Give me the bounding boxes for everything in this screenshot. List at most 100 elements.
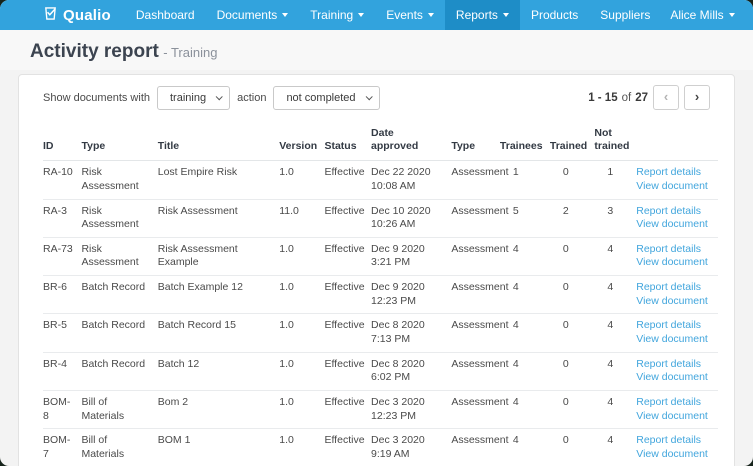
report-details-link[interactable]: Report details — [636, 166, 712, 180]
page-header: Activity report - Training — [0, 30, 753, 70]
cell-type: Assessment — [451, 161, 500, 199]
cell-type: Assessment — [451, 429, 500, 466]
view-document-link[interactable]: View document — [636, 218, 712, 232]
column-header-type: Type — [81, 121, 157, 161]
nav-item-dashboard[interactable]: Dashboard — [125, 0, 206, 30]
nav-item-documents[interactable]: Documents — [206, 0, 300, 30]
view-document-link[interactable]: View document — [636, 333, 712, 347]
qualio-logo[interactable]: Qualio — [0, 0, 125, 30]
cell-title: Lost Empire Risk — [158, 161, 280, 199]
cell-version: 1.0 — [279, 314, 324, 352]
cell-title: Risk Assessment — [158, 199, 280, 237]
document-filter-select[interactable]: training — [157, 86, 230, 110]
table-wrap: IDTypeTitleVersionStatusDate approvedTyp… — [19, 119, 734, 466]
action-filter-select[interactable]: not completed — [273, 86, 379, 110]
view-document-link[interactable]: View document — [636, 371, 712, 385]
document-filter-value: training — [170, 92, 206, 104]
cell-type: Batch Record — [81, 276, 157, 314]
user-menu-label: Alice Mills — [670, 8, 723, 22]
pagination-total: 27 — [635, 92, 648, 104]
cell-status: Effective — [324, 314, 371, 352]
view-document-link[interactable]: View document — [636, 448, 712, 462]
cell-not-trained: 3 — [594, 199, 636, 237]
table-header-row: IDTypeTitleVersionStatusDate approvedTyp… — [43, 121, 718, 161]
cell-actions: Report detailsView document — [636, 352, 718, 390]
chevron-left-icon: ‹ — [664, 89, 668, 104]
cell-date-approved: Dec 8 2020 7:13 PM — [371, 314, 451, 352]
user-menu[interactable]: Alice Mills — [661, 0, 743, 30]
view-document-link[interactable]: View document — [636, 410, 712, 424]
cell-id: BOM-7 — [43, 429, 81, 466]
report-details-link[interactable]: Report details — [636, 319, 712, 333]
organization-menu[interactable]: Medical Devi... — [744, 0, 753, 30]
nav-item-suppliers[interactable]: Suppliers — [589, 0, 661, 30]
cell-type: Assessment — [451, 352, 500, 390]
cell-trained: 0 — [550, 314, 595, 352]
column-header-status: Status — [324, 121, 371, 161]
cell-type: Risk Assessment — [81, 237, 157, 275]
cell-title: Risk Assessment Example — [158, 237, 280, 275]
activity-report-table: IDTypeTitleVersionStatusDate approvedTyp… — [43, 121, 718, 466]
column-header-not-trained: Not trained — [594, 121, 636, 161]
nav-items: Dashboard DocumentsTrainingEventsReportsP… — [125, 0, 661, 30]
cell-status: Effective — [324, 161, 371, 199]
cell-actions: Report detailsView document — [636, 199, 718, 237]
cell-type: Risk Assessment — [81, 161, 157, 199]
filter-label-between: action — [237, 92, 266, 104]
cell-date-approved: Dec 3 2020 12:23 PM — [371, 390, 451, 428]
chevron-down-icon — [365, 93, 372, 100]
column-header-trained: Trained — [550, 121, 595, 161]
filter-label-before: Show documents with — [43, 92, 150, 104]
table-row: BOM-8Bill of MaterialsBom 21.0EffectiveD… — [43, 390, 718, 428]
table-body: RA-10Risk AssessmentLost Empire Risk1.0E… — [43, 161, 718, 466]
report-details-link[interactable]: Report details — [636, 434, 712, 448]
report-details-link[interactable]: Report details — [636, 205, 712, 219]
pagination-of: of — [622, 92, 632, 104]
cell-trained: 0 — [550, 237, 595, 275]
cell-date-approved: Dec 22 2020 10:08 AM — [371, 161, 451, 199]
nav-right: Alice Mills Medical Devi... ⚙ ? — [661, 0, 753, 30]
cell-type: Assessment — [451, 390, 500, 428]
view-document-link[interactable]: View document — [636, 295, 712, 309]
cell-type: Assessment — [451, 199, 500, 237]
table-row: BR-5Batch RecordBatch Record 151.0Effect… — [43, 314, 718, 352]
chevron-down-icon — [358, 13, 364, 17]
table-row: BR-4Batch RecordBatch 121.0EffectiveDec … — [43, 352, 718, 390]
cell-version: 11.0 — [279, 199, 324, 237]
report-details-link[interactable]: Report details — [636, 396, 712, 410]
view-document-link[interactable]: View document — [636, 256, 712, 270]
report-details-link[interactable]: Report details — [636, 243, 712, 257]
cell-version: 1.0 — [279, 429, 324, 466]
filter-bar: Show documents with training action not … — [19, 75, 734, 119]
cell-trained: 0 — [550, 429, 595, 466]
table-row: BOM-7Bill of MaterialsBOM 11.0EffectiveD… — [43, 429, 718, 466]
chevron-down-icon — [428, 13, 434, 17]
cell-version: 1.0 — [279, 352, 324, 390]
report-details-link[interactable]: Report details — [636, 281, 712, 295]
cell-status: Effective — [324, 352, 371, 390]
cell-actions: Report detailsView document — [636, 237, 718, 275]
chevron-right-icon: › — [695, 89, 699, 104]
nav-item-events[interactable]: Events — [375, 0, 445, 30]
cell-type: Bill of Materials — [81, 390, 157, 428]
chevron-down-icon — [503, 13, 509, 17]
nav-item-training[interactable]: Training — [299, 0, 375, 30]
action-filter-value: not completed — [286, 92, 355, 104]
table-row: RA-3Risk AssessmentRisk Assessment11.0Ef… — [43, 199, 718, 237]
view-document-link[interactable]: View document — [636, 180, 712, 194]
nav-item-label: Dashboard — [136, 8, 195, 22]
column-header-title: Title — [158, 121, 280, 161]
report-details-link[interactable]: Report details — [636, 358, 712, 372]
pagination-range: 1 - 15 — [588, 92, 617, 104]
cell-actions: Report detailsView document — [636, 390, 718, 428]
nav-item-products[interactable]: Products — [520, 0, 589, 30]
next-page-button[interactable]: › — [684, 85, 710, 110]
cell-status: Effective — [324, 276, 371, 314]
cell-not-trained: 4 — [594, 276, 636, 314]
nav-item-reports[interactable]: Reports — [445, 0, 520, 30]
cell-id: BR-6 — [43, 276, 81, 314]
brand-name: Qualio — [63, 7, 111, 24]
chevron-down-icon — [216, 93, 223, 100]
cell-trained: 0 — [550, 276, 595, 314]
previous-page-button[interactable]: ‹ — [653, 85, 679, 110]
